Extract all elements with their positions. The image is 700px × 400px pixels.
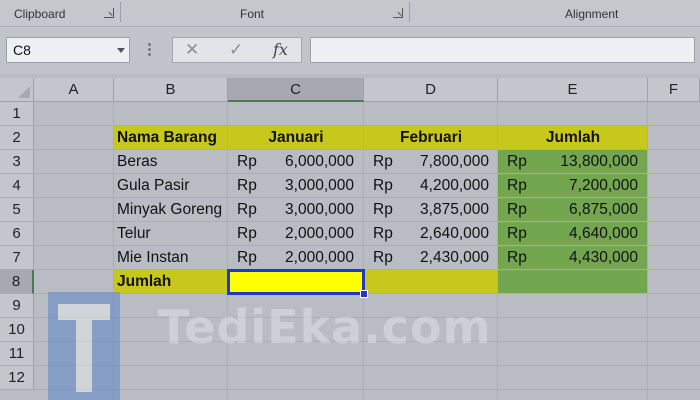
row-header-10[interactable]: 10 [0, 318, 34, 342]
watermark-logo-icon [48, 292, 120, 400]
currency-label: Rp [507, 177, 527, 194]
column-header-f[interactable]: F [648, 78, 700, 102]
currency-label: Rp [507, 201, 527, 218]
chevron-down-icon[interactable] [117, 48, 125, 53]
february-value[interactable]: 3,875,000 [399, 198, 489, 222]
row-header-8[interactable]: 8 [0, 270, 34, 294]
row-header-5[interactable]: 5 [0, 198, 34, 222]
name-box[interactable]: C8 [6, 37, 130, 63]
currency-label: Rp [237, 225, 257, 242]
select-all-button[interactable] [0, 78, 34, 102]
ribbon-group-alignment: Alignment [565, 7, 619, 21]
insert-function-icon[interactable]: fx [273, 40, 288, 59]
january-value[interactable]: 2,000,000 [264, 222, 354, 246]
watermark-text: TediEka.com [158, 300, 492, 354]
formula-buttons: ✕ ✓ fx [172, 37, 302, 63]
column-header-c[interactable]: C [228, 78, 364, 102]
row-header-3[interactable]: 3 [0, 150, 34, 174]
cancel-icon[interactable]: ✕ [185, 40, 199, 60]
footer-label[interactable]: Jumlah [117, 270, 171, 294]
ribbon-group-clipboard: Clipboard [14, 7, 66, 21]
row-header-12[interactable]: 12 [0, 366, 34, 390]
ribbon-group-bar: Clipboard Font Alignment [0, 0, 700, 27]
row-header-6[interactable]: 6 [0, 222, 34, 246]
footer-total-fill [498, 270, 648, 294]
name-box-value: C8 [13, 42, 31, 58]
item-cell[interactable]: Mie Instan [117, 246, 189, 270]
january-value[interactable]: 3,000,000 [264, 174, 354, 198]
header-february[interactable]: Februari [364, 126, 498, 150]
january-value[interactable]: 2,000,000 [264, 246, 354, 270]
item-cell[interactable]: Beras [117, 150, 158, 174]
row-header-11[interactable]: 11 [0, 342, 34, 366]
header-total[interactable]: Jumlah [498, 126, 648, 150]
february-value[interactable]: 2,640,000 [399, 222, 489, 246]
ribbon-separator [409, 2, 410, 22]
total-value[interactable]: 13,800,000 [534, 150, 638, 174]
column-header-e[interactable]: E [498, 78, 648, 102]
february-value[interactable]: 2,430,000 [399, 246, 489, 270]
currency-label: Rp [237, 153, 257, 170]
currency-label: Rp [237, 177, 257, 194]
row-header-2[interactable]: 2 [0, 126, 34, 150]
clipboard-launcher-icon[interactable] [104, 8, 114, 18]
currency-label: Rp [237, 201, 257, 218]
active-cell-selection[interactable] [227, 269, 368, 298]
february-value[interactable]: 4,200,000 [399, 174, 489, 198]
row-header-7[interactable]: 7 [0, 246, 34, 270]
currency-label: Rp [507, 249, 527, 266]
column-header-a[interactable]: A [34, 78, 114, 102]
formula-bar: C8 ✕ ✓ fx [0, 27, 700, 74]
header-item[interactable]: Nama Barang [117, 126, 217, 150]
item-cell[interactable]: Telur [117, 222, 151, 246]
row-header-4[interactable]: 4 [0, 174, 34, 198]
currency-label: Rp [237, 249, 257, 266]
header-january[interactable]: Januari [228, 126, 364, 150]
ribbon-group-font: Font [240, 7, 265, 21]
total-value[interactable]: 4,640,000 [534, 222, 638, 246]
enter-icon[interactable]: ✓ [229, 40, 243, 60]
currency-label: Rp [373, 249, 393, 266]
column-header-d[interactable]: D [364, 78, 498, 102]
item-cell[interactable]: Gula Pasir [117, 174, 189, 198]
more-options-icon[interactable] [148, 43, 151, 57]
formula-input[interactable] [310, 37, 695, 63]
row-header-1[interactable]: 1 [0, 102, 34, 126]
row-header-9[interactable]: 9 [0, 294, 34, 318]
currency-label: Rp [507, 225, 527, 242]
total-value[interactable]: 7,200,000 [534, 174, 638, 198]
currency-label: Rp [373, 177, 393, 194]
total-value[interactable]: 4,430,000 [534, 246, 638, 270]
february-value[interactable]: 7,800,000 [399, 150, 489, 174]
january-value[interactable]: 3,000,000 [264, 198, 354, 222]
currency-label: Rp [373, 201, 393, 218]
currency-label: Rp [373, 153, 393, 170]
currency-label: Rp [373, 225, 393, 242]
ribbon-separator [120, 2, 121, 22]
total-value[interactable]: 6,875,000 [534, 198, 638, 222]
january-value[interactable]: 6,000,000 [264, 150, 354, 174]
cell-area[interactable]: Nama Barang Januari Februari Jumlah Bera… [34, 102, 700, 400]
font-launcher-icon[interactable] [393, 8, 403, 18]
currency-label: Rp [507, 153, 527, 170]
column-header-b[interactable]: B [114, 78, 228, 102]
item-cell[interactable]: Minyak Goreng [117, 198, 222, 222]
